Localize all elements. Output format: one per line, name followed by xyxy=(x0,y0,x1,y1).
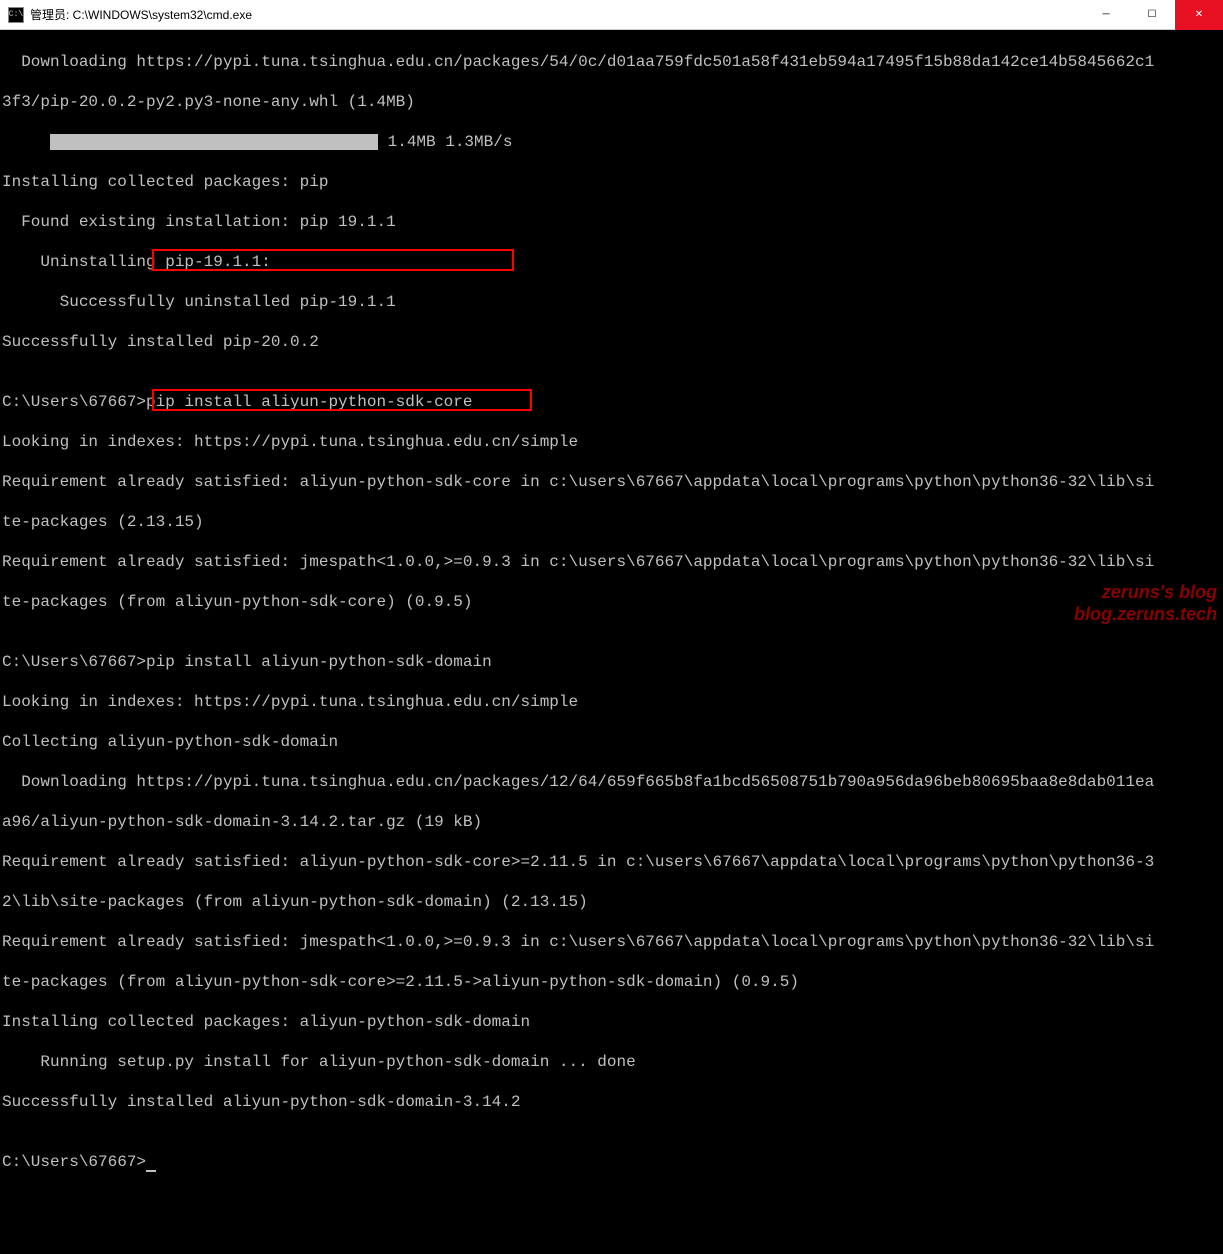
prompt-line: C:\Users\67667>pip install aliyun-python… xyxy=(2,652,1221,672)
progress-bar xyxy=(50,134,378,150)
watermark-line: zeruns's blog xyxy=(1074,581,1217,603)
output-line: 1.4MB 1.3MB/s xyxy=(2,132,1221,152)
output-line: Requirement already satisfied: jmespath<… xyxy=(2,932,1221,952)
output-line: Looking in indexes: https://pypi.tuna.ts… xyxy=(2,432,1221,452)
output-line: te-packages (2.13.15) xyxy=(2,512,1221,532)
output-line: Collecting aliyun-python-sdk-domain xyxy=(2,732,1221,752)
cursor xyxy=(146,1156,156,1172)
output-line: Successfully installed pip-20.0.2 xyxy=(2,332,1221,352)
output-line: Found existing installation: pip 19.1.1 xyxy=(2,212,1221,232)
output-line: Looking in indexes: https://pypi.tuna.ts… xyxy=(2,692,1221,712)
minimize-button[interactable]: ─ xyxy=(1083,0,1129,30)
output-line: Downloading https://pypi.tuna.tsinghua.e… xyxy=(2,52,1221,72)
prompt-line: C:\Users\67667>pip install aliyun-python… xyxy=(2,392,1221,412)
output-line: Requirement already satisfied: aliyun-py… xyxy=(2,472,1221,492)
output-line: te-packages (from aliyun-python-sdk-core… xyxy=(2,972,1221,992)
output-line: Installing collected packages: pip xyxy=(2,172,1221,192)
output-line: Running setup.py install for aliyun-pyth… xyxy=(2,1052,1221,1072)
watermark-line: blog.zeruns.tech xyxy=(1074,603,1217,625)
output-line: Successfully installed aliyun-python-sdk… xyxy=(2,1092,1221,1112)
output-line: Installing collected packages: aliyun-py… xyxy=(2,1012,1221,1032)
output-line: Requirement already satisfied: jmespath<… xyxy=(2,552,1221,572)
output-line: Successfully uninstalled pip-19.1.1 xyxy=(2,292,1221,312)
output-line: 3f3/pip-20.0.2-py2.py3-none-any.whl (1.4… xyxy=(2,92,1221,112)
window-title: 管理员: C:\WINDOWS\system32\cmd.exe xyxy=(30,6,1083,23)
app-icon: C:\ xyxy=(8,7,24,23)
output-line: Uninstalling pip-19.1.1: xyxy=(2,252,1221,272)
watermark: zeruns's blog blog.zeruns.tech xyxy=(1074,581,1217,625)
output-line: a96/aliyun-python-sdk-domain-3.14.2.tar.… xyxy=(2,812,1221,832)
output-line: 2\lib\site-packages (from aliyun-python-… xyxy=(2,892,1221,912)
window-titlebar[interactable]: C:\ 管理员: C:\WINDOWS\system32\cmd.exe ─ ☐… xyxy=(0,0,1223,30)
output-line: Requirement already satisfied: aliyun-py… xyxy=(2,852,1221,872)
output-line: Downloading https://pypi.tuna.tsinghua.e… xyxy=(2,772,1221,792)
prompt-line[interactable]: C:\Users\67667> xyxy=(2,1152,1221,1172)
output-line: te-packages (from aliyun-python-sdk-core… xyxy=(2,592,1221,612)
close-button[interactable]: ✕ xyxy=(1175,0,1223,30)
maximize-button[interactable]: ☐ xyxy=(1129,0,1175,30)
terminal-output[interactable]: Downloading https://pypi.tuna.tsinghua.e… xyxy=(0,30,1223,1254)
